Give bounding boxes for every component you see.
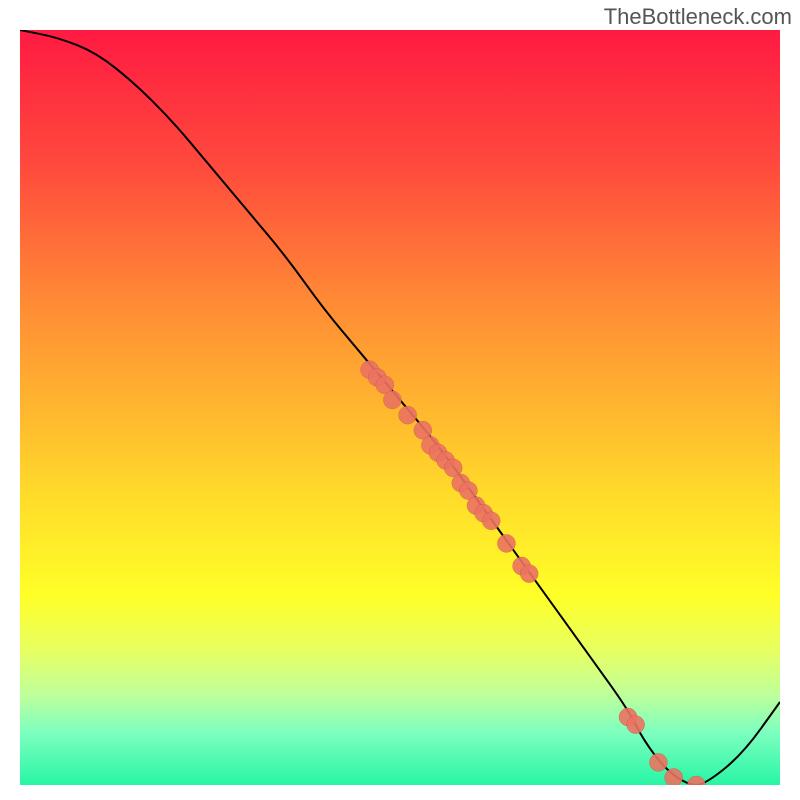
plot-gradient-background — [20, 30, 780, 785]
chart-container: TheBottleneck.com — [0, 0, 800, 800]
attribution-label: TheBottleneck.com — [604, 4, 792, 30]
